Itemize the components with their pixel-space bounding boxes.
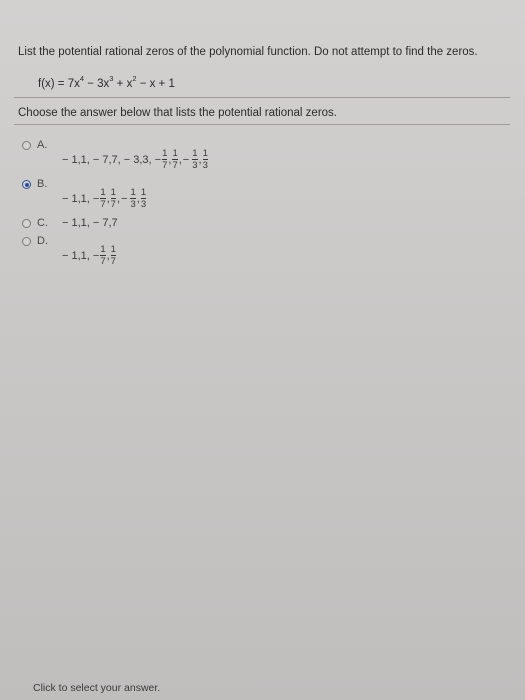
fraction: 1 7 xyxy=(100,244,106,267)
formula-exponent: 4 xyxy=(79,74,85,83)
fraction: 1 7 xyxy=(162,148,168,171)
fraction-numerator: 1 xyxy=(100,244,106,255)
status-hint: Click to select your answer. xyxy=(33,682,161,694)
formula-term: − x + 1 xyxy=(136,77,175,90)
option-d-expression: − 1,1, − 1 7 , 1 7 xyxy=(62,245,117,267)
separator: , xyxy=(198,154,202,166)
fraction: 1 7 xyxy=(172,148,178,171)
separator: , xyxy=(106,250,110,262)
separator: , xyxy=(178,154,182,166)
fraction-numerator: 1 xyxy=(100,187,106,198)
fraction-denominator: 7 xyxy=(100,256,106,267)
radio-option-c[interactable] xyxy=(22,219,31,228)
formula-term: − 3x xyxy=(84,77,110,90)
fraction-numerator: 1 xyxy=(110,244,116,255)
option-letter: C. xyxy=(37,217,48,229)
option-b[interactable]: B. − 1,1, − 1 7 , 1 7 , − 1 3 , 1 3 xyxy=(22,178,182,210)
formula-exponent: 3 xyxy=(109,74,114,83)
fraction-denominator: 3 xyxy=(140,199,147,210)
instruction-text: Choose the answer below that lists the p… xyxy=(18,107,337,119)
option-d[interactable]: D. − 1,1, − 1 7 , 1 7 xyxy=(22,235,142,267)
fraction-denominator: 7 xyxy=(162,160,168,171)
radio-option-a[interactable] xyxy=(22,141,31,150)
fraction: 1 3 xyxy=(130,187,136,210)
radio-option-b[interactable] xyxy=(22,180,31,189)
formula-term: + x xyxy=(113,77,133,90)
option-letter: B. xyxy=(37,178,48,190)
fraction-numerator: 1 xyxy=(202,148,208,159)
fraction: 1 3 xyxy=(140,187,147,210)
fraction-numerator: 1 xyxy=(192,148,198,159)
polynomial-formula: f(x) = 7x4 − 3x3 + x2 − x + 1 xyxy=(38,74,175,90)
expression-text: − 1,1, − 7,7 xyxy=(62,217,118,229)
fraction-numerator: 1 xyxy=(110,187,116,198)
fraction-denominator: 3 xyxy=(192,160,198,171)
separator: , xyxy=(106,193,110,205)
fraction-denominator: 7 xyxy=(172,160,178,171)
separator: , xyxy=(136,193,140,205)
option-letter: A. xyxy=(37,139,48,151)
option-a-expression: − 1,1, − 7,7, − 3,3, − 1 7 , 1 7 , − 1 3 … xyxy=(62,149,209,171)
fraction-numerator: 1 xyxy=(172,148,178,159)
fraction-denominator: 7 xyxy=(100,199,106,210)
fraction: 1 7 xyxy=(110,187,116,210)
divider xyxy=(14,97,510,98)
radio-option-d[interactable] xyxy=(22,237,31,246)
separator: , xyxy=(116,193,121,205)
fraction-denominator: 7 xyxy=(110,256,116,267)
question-prompt: List the potential rational zeros of the… xyxy=(18,46,478,58)
expression-prefix: − 1,1, − xyxy=(62,250,100,262)
fraction: 1 7 xyxy=(110,244,116,267)
fraction-denominator: 3 xyxy=(130,199,136,210)
expression-prefix: − 1,1, − xyxy=(62,193,100,205)
divider xyxy=(14,124,510,125)
fraction: 1 3 xyxy=(192,148,198,171)
fraction-denominator: 7 xyxy=(110,199,116,210)
expression-prefix: − 1,1, − 7,7, − 3,3, − xyxy=(62,154,162,166)
option-letter: D. xyxy=(37,235,48,247)
fraction-denominator: 3 xyxy=(202,160,208,171)
fraction-numerator: 1 xyxy=(162,148,168,159)
formula-term: f(x) = 7x xyxy=(38,77,80,90)
option-a[interactable]: A. − 1,1, − 7,7, − 3,3, − 1 7 , 1 7 , − 1… xyxy=(22,139,262,171)
separator: , xyxy=(168,154,172,166)
minus-sign: − xyxy=(182,154,190,166)
fraction-numerator: 1 xyxy=(130,187,136,198)
minus-sign: − xyxy=(121,193,128,205)
formula-exponent: 2 xyxy=(132,74,137,83)
fraction-numerator: 1 xyxy=(140,187,147,198)
option-c-expression: − 1,1, − 7,7 xyxy=(62,217,118,229)
screen: List the potential rational zeros of the… xyxy=(0,0,525,700)
option-b-expression: − 1,1, − 1 7 , 1 7 , − 1 3 , 1 3 xyxy=(62,188,147,210)
fraction: 1 7 xyxy=(100,187,106,210)
fraction: 1 3 xyxy=(202,148,208,171)
